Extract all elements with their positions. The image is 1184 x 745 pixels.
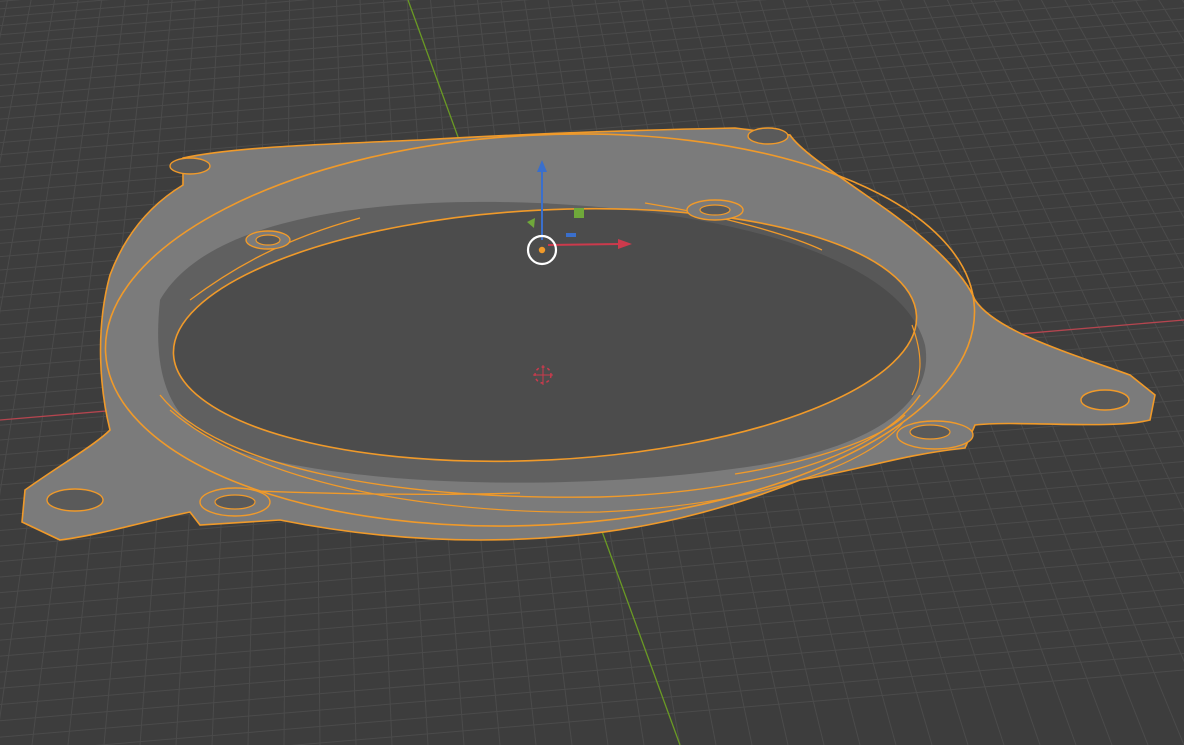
mounting-hole-bottom-left [46, 488, 104, 512]
gizmo-x-arrow[interactable] [547, 243, 621, 246]
3d-viewport[interactable] [0, 0, 1184, 745]
mounting-hole-inner-right [686, 199, 744, 221]
mounting-hole-top-left [169, 157, 211, 175]
object-origin-dot [538, 246, 546, 254]
gizmo-xz-plane-handle[interactable] [566, 233, 576, 237]
mounting-hole-right [1080, 389, 1130, 411]
viewport-canvas[interactable] [0, 0, 1184, 745]
mounting-hole-top-right [747, 127, 789, 145]
mounting-hole-bottom-right [896, 420, 974, 450]
mounting-hole-bottom-center [199, 487, 271, 517]
mounting-hole-inner-left [245, 230, 291, 250]
gizmo-yz-plane-handle[interactable] [574, 208, 584, 218]
